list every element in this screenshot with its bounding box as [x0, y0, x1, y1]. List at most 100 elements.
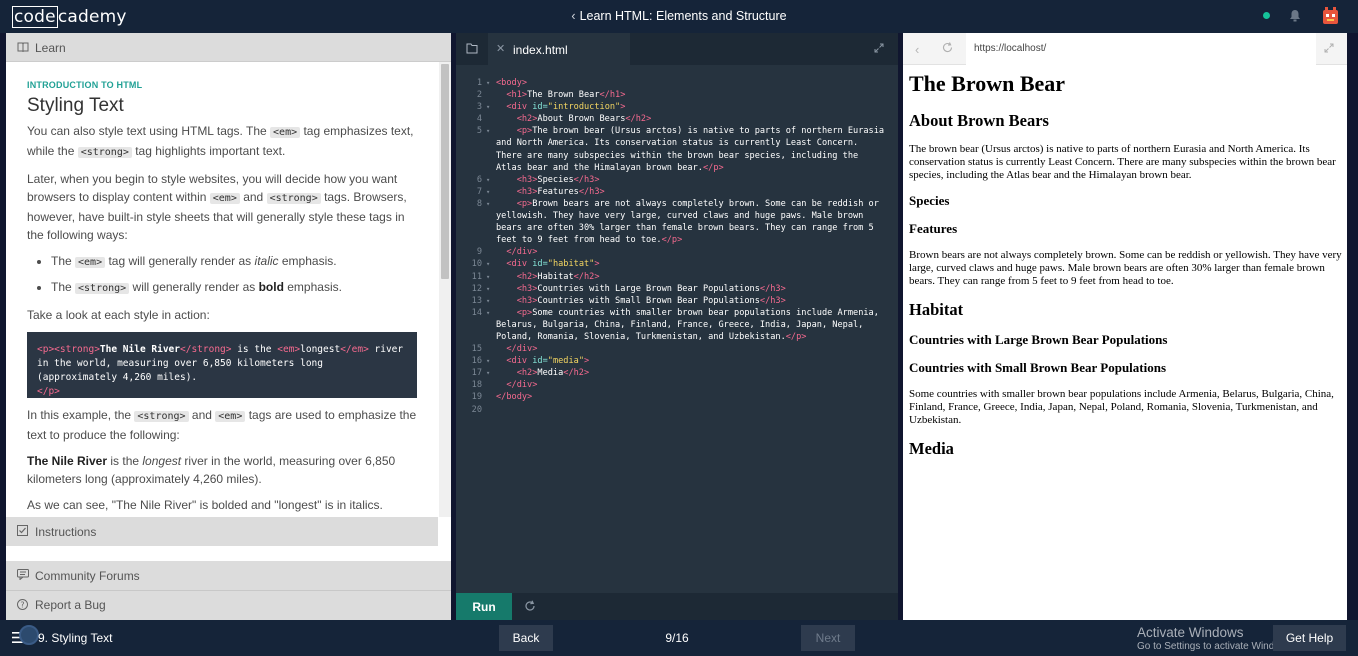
fold-arrow-icon[interactable]: ▾ [486, 125, 490, 137]
code-line[interactable]: 1 ▾ <body> [456, 77, 898, 89]
lesson-content: INTRODUCTION TO HTML Styling Text You ca… [6, 62, 438, 517]
online-status-dot [1263, 12, 1270, 19]
report-bug-link[interactable]: ? Report a Bug [6, 591, 451, 620]
course-title-link[interactable]: ‹ Learn HTML: Elements and Structure [0, 9, 1358, 23]
code-line[interactable]: 2 <h1>The Brown Bear</h1> [456, 89, 898, 101]
course-title: Learn HTML: Elements and Structure [579, 9, 787, 23]
code-text: <h3>Features</h3> [516, 186, 605, 197]
code-line[interactable]: 11 ▾ <h2>Habitat</h2> [456, 271, 898, 283]
fold-arrow-icon[interactable]: ▾ [486, 174, 490, 186]
code-line[interactable]: 19 </body> [456, 391, 898, 403]
code-line[interactable]: 6 ▾ <h3>Species</h3> [456, 174, 898, 186]
line-number: 7 [476, 186, 482, 197]
fold-arrow-icon[interactable]: ▾ [486, 283, 490, 295]
inline-code: <strong> [75, 283, 130, 294]
code-lines[interactable]: 1 ▾ <body> 2 <h1>The Brown Bear</h1> 3 ▾ <div… [456, 77, 898, 416]
fold-arrow-icon[interactable]: ▾ [486, 258, 490, 270]
avatar[interactable] [1322, 6, 1339, 25]
code-text: <h3>Species</h3> [516, 174, 600, 185]
current-lesson-name[interactable]: 9. Styling Text [38, 631, 112, 645]
line-number: 20 [471, 404, 482, 415]
section-heading: About Brown Bears [909, 111, 1049, 130]
instructions-label: Instructions [35, 525, 97, 539]
code-line[interactable]: 15 </div> [456, 343, 898, 355]
learn-header-label: Learn [35, 41, 66, 55]
close-icon[interactable]: ✕ [496, 42, 505, 55]
code-line[interactable]: 10 ▾ <div id="habitat"> [456, 258, 898, 270]
line-number: 2 [476, 90, 482, 101]
code-line[interactable]: 12 ▾ <h3>Countries with Large Brown Bear … [456, 283, 898, 295]
code-text: <h1>The Brown Bear</h1> [506, 90, 626, 101]
fold-arrow-icon[interactable]: ▾ [486, 186, 490, 198]
expand-icon[interactable] [874, 43, 884, 53]
community-forums-link[interactable]: Community Forums [6, 561, 451, 591]
bell-icon[interactable] [1289, 9, 1301, 22]
code-line[interactable]: 14 ▾ <p>Some countries with smaller brown… [456, 307, 898, 343]
fold-arrow-icon[interactable]: ▾ [486, 271, 490, 283]
next-button[interactable]: Next [801, 625, 855, 651]
code-text: <p>Brown bears are not always completely… [496, 198, 885, 246]
chevron-left-icon: ‹ [571, 9, 576, 23]
back-button[interactable]: Back [499, 625, 553, 651]
code-text: <p>The brown bear (Ursus arctos) is nati… [496, 126, 890, 173]
code-line[interactable]: 16 ▾ <div id="media"> [456, 355, 898, 367]
code-line[interactable]: 20 [456, 404, 898, 416]
lesson-paragraph: Take a look at each style in action: [27, 308, 210, 322]
subsection-heading: Countries with Small Brown Bear Populati… [909, 360, 1167, 375]
lesson-paragraph: You can also style text using HTML tags.… [27, 124, 414, 158]
tab-index-html[interactable]: ✕ index.html [488, 33, 630, 65]
scrollbar-thumb[interactable] [441, 64, 449, 279]
fold-arrow-icon[interactable]: ▾ [486, 307, 490, 319]
code-text: <h2>About Brown Bears</h2> [516, 114, 652, 125]
line-number: 3 [476, 102, 482, 113]
activate-title: Activate Windows [1137, 625, 1244, 640]
code-text: <h2>Media</h2> [516, 368, 590, 379]
browser-toolbar: ‹ https://localhost/ [903, 33, 1347, 65]
url-bar[interactable]: https://localhost/ [966, 33, 1316, 65]
reload-icon[interactable] [942, 42, 953, 53]
instructions-header[interactable]: Instructions [6, 517, 438, 546]
bottom-bar: 9. Styling Text Back 9/16 Next Activate … [0, 620, 1358, 656]
lesson-scrollbar[interactable] [439, 62, 451, 517]
folder-icon[interactable] [456, 33, 488, 65]
inline-code: <strong> [77, 147, 132, 158]
code-text: <p>Some countries with smaller brown bea… [496, 307, 885, 342]
expand-icon[interactable] [1324, 43, 1334, 53]
fold-arrow-icon[interactable]: ▾ [486, 198, 490, 210]
code-line[interactable]: 4 <h2>About Brown Bears</h2> [456, 113, 898, 125]
line-number: 10 [471, 259, 482, 270]
page-heading: The Brown Bear [909, 71, 1066, 96]
list-item: The <em> tag will generally render as it… [51, 252, 417, 272]
code-line[interactable]: 9 </div> [456, 246, 898, 258]
lesson-paragraph: Later, when you begin to style websites,… [27, 172, 407, 242]
editor-tab-bar: ✕ index.html [456, 33, 898, 65]
code-text: </div> [506, 344, 538, 355]
line-number: 5 [476, 126, 482, 137]
fold-arrow-icon[interactable]: ▾ [486, 77, 490, 89]
code-line[interactable]: 18 </div> [456, 379, 898, 391]
run-button[interactable]: Run [456, 593, 512, 620]
code-line[interactable]: 3 ▾ <div id="introduction"> [456, 101, 898, 113]
lesson-progress: 9/16 [665, 631, 689, 645]
code-line[interactable]: 17 ▾ <h2>Media</h2> [456, 367, 898, 379]
line-number: 16 [471, 356, 482, 367]
back-arrow-icon[interactable]: ‹ [915, 42, 919, 57]
code-line[interactable]: 8 ▾ <p>Brown bears are not always complet… [456, 198, 898, 246]
get-help-button[interactable]: Get Help [1273, 625, 1346, 651]
line-number: 18 [471, 380, 482, 391]
learn-tab-header[interactable]: Learn [6, 33, 451, 62]
reset-icon[interactable] [524, 600, 536, 612]
code-line[interactable]: 13 ▾ <h3>Countries with Small Brown Bear … [456, 295, 898, 307]
code-line[interactable]: 7 ▾ <h3>Features</h3> [456, 186, 898, 198]
page-paragraph: Some countries with smaller brown bear p… [909, 388, 1334, 426]
code-line[interactable]: 5 ▾ <p>The brown bear (Ursus arctos) is n… [456, 125, 898, 173]
line-number: 13 [471, 295, 482, 306]
fold-arrow-icon[interactable]: ▾ [486, 101, 490, 113]
fold-arrow-icon[interactable]: ▾ [486, 355, 490, 367]
subsection-heading: Countries with Large Brown Bear Populati… [909, 332, 1168, 347]
fold-arrow-icon[interactable]: ▾ [486, 367, 490, 379]
code-text: <div id="introduction"> [506, 102, 626, 113]
editor-toolbar: Run [456, 593, 898, 620]
fold-arrow-icon[interactable]: ▾ [486, 295, 490, 307]
list-item: The <strong> will generally render as bo… [51, 278, 417, 298]
